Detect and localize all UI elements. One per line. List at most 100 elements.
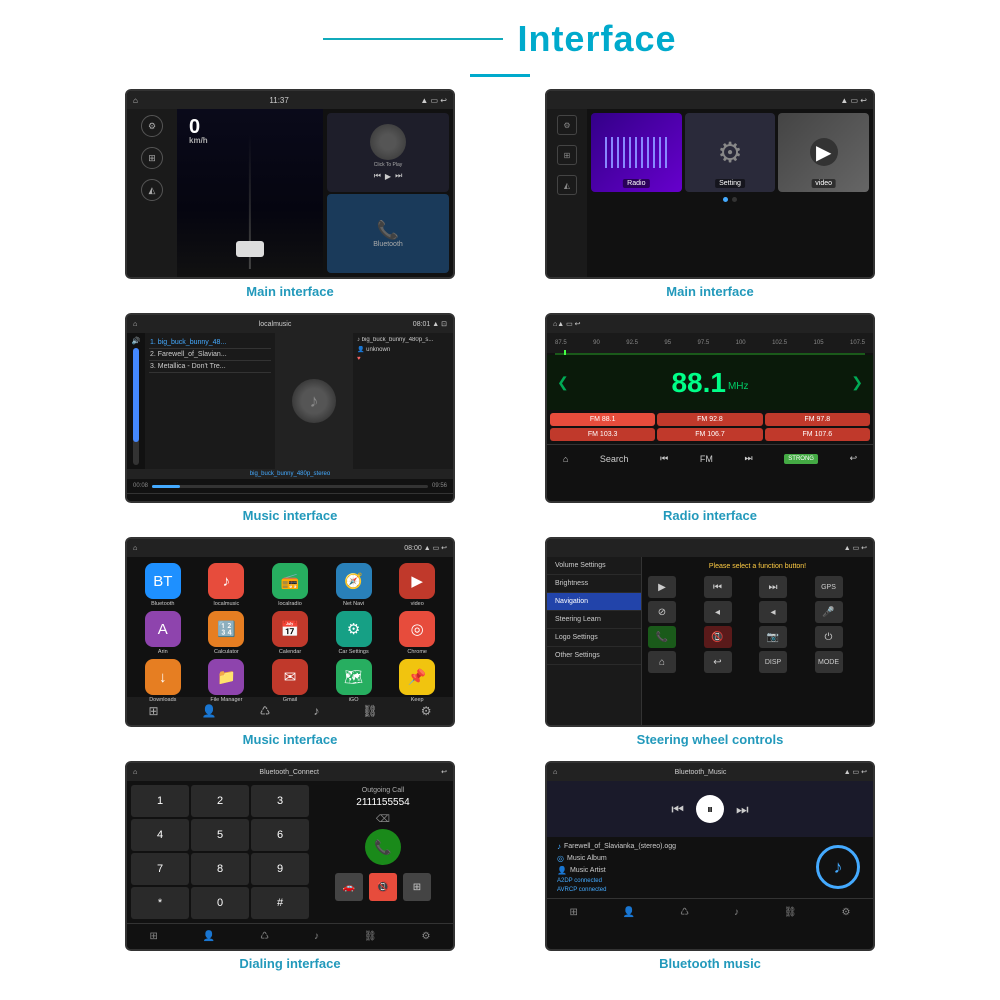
dial-icon-6[interactable]: ⚙ bbox=[422, 931, 431, 942]
preset-1[interactable]: FM 88.1 bbox=[550, 413, 655, 426]
menu-volume[interactable]: Volume Settings bbox=[547, 557, 641, 575]
freq-right-arrow[interactable]: ❯ bbox=[851, 374, 863, 391]
menu-logo-settings[interactable]: Logo Settings bbox=[547, 629, 641, 647]
click-to-play-label[interactable]: Click To Play bbox=[374, 162, 403, 168]
menu-steering-learn[interactable]: Steering Learn bbox=[547, 611, 641, 629]
dock-icon-6[interactable]: ⚙ bbox=[421, 704, 432, 718]
delete-button[interactable]: ⌫ bbox=[376, 814, 390, 825]
car-btn[interactable]: 🚗 bbox=[335, 873, 363, 901]
menu-other-settings[interactable]: Other Settings bbox=[547, 647, 641, 665]
key-5[interactable]: 5 bbox=[191, 819, 249, 851]
back-btn[interactable]: ↩ bbox=[850, 453, 858, 464]
key-4[interactable]: 4 bbox=[131, 819, 189, 851]
bt-play-btn[interactable]: ⏸ bbox=[696, 795, 724, 823]
sw-disp[interactable]: DISP bbox=[759, 651, 787, 673]
sw-next[interactable]: ⏭ bbox=[759, 576, 787, 598]
dial-icon-1[interactable]: ⊞ bbox=[149, 931, 157, 942]
app-localradio[interactable]: 📻 localradio bbox=[260, 563, 320, 607]
bt-prev-btn[interactable]: ⏮ bbox=[671, 801, 684, 818]
bt-dock-4[interactable]: ♪ bbox=[734, 907, 739, 918]
meta-heart[interactable]: ♥ bbox=[357, 356, 449, 362]
sw-call[interactable]: 📞 bbox=[648, 626, 676, 648]
bt-next-btn[interactable]: ⏭ bbox=[736, 801, 749, 818]
next-button[interactable]: ⏭ bbox=[395, 171, 402, 181]
search-btn[interactable]: Search bbox=[600, 454, 629, 464]
key-hash[interactable]: # bbox=[251, 887, 309, 919]
play-button[interactable]: ▶ bbox=[385, 172, 391, 181]
bt-dock-2[interactable]: 👤 bbox=[623, 907, 635, 918]
dial-icon-3[interactable]: ♺ bbox=[260, 931, 269, 942]
grid-icon-2[interactable]: ⊞ bbox=[557, 145, 577, 165]
key-8[interactable]: 8 bbox=[191, 853, 249, 885]
key-7[interactable]: 7 bbox=[131, 853, 189, 885]
dock-icon-1[interactable]: ⊞ bbox=[149, 704, 159, 718]
preset-4[interactable]: FM 103.3 bbox=[550, 428, 655, 441]
app-keep[interactable]: 📌 Keep bbox=[387, 659, 447, 703]
freq-left-arrow[interactable]: ❮ bbox=[557, 374, 569, 391]
app-filemanager[interactable]: 📁 File Manager bbox=[197, 659, 257, 703]
sw-mic[interactable]: 🎤 bbox=[815, 601, 843, 623]
app-chrome[interactable]: ◎ Chrome bbox=[387, 611, 447, 655]
sw-camera[interactable]: 📷 bbox=[759, 626, 787, 648]
dock-icon-5[interactable]: ⛓ bbox=[362, 704, 377, 718]
sw-power[interactable]: ⏻ bbox=[815, 626, 843, 648]
end-call-btn[interactable]: 📵 bbox=[369, 873, 397, 901]
grid-icon[interactable]: ⊞ bbox=[141, 147, 163, 169]
app-downloads[interactable]: ↓ Downloads bbox=[133, 659, 193, 703]
sw-undo[interactable]: ↩ bbox=[704, 651, 732, 673]
nav-icon-2[interactable]: ◭ bbox=[557, 175, 577, 195]
dial-icon-2[interactable]: 👤 bbox=[203, 931, 215, 942]
dialing-back[interactable]: ↩ bbox=[441, 768, 447, 776]
app-localmusic[interactable]: ♪ localmusic bbox=[197, 563, 257, 607]
bt-dock-6[interactable]: ⚙ bbox=[842, 907, 851, 918]
next-track[interactable]: ⏭ bbox=[745, 453, 753, 464]
call-button[interactable]: 📞 bbox=[365, 829, 401, 865]
preset-5[interactable]: FM 106.7 bbox=[657, 428, 762, 441]
playlist-item-3[interactable]: 3. Metallica - Don't Tre... bbox=[149, 361, 271, 373]
key-star[interactable]: * bbox=[131, 887, 189, 919]
playlist-item-1[interactable]: 1. big_buck_bunny_48... bbox=[149, 337, 271, 349]
sw-endcall[interactable]: 📵 bbox=[704, 626, 732, 648]
playlist-item-2[interactable]: 2. Farewell_of_Slavian... bbox=[149, 349, 271, 361]
bt-dock-1[interactable]: ⊞ bbox=[569, 907, 577, 918]
home-btn[interactable]: ⌂ bbox=[563, 454, 568, 464]
prev-track[interactable]: ⏮ bbox=[660, 453, 668, 464]
app-calculator[interactable]: 🔢 Calculator bbox=[197, 611, 257, 655]
dock-icon-2[interactable]: 👤 bbox=[202, 704, 217, 718]
sw-gps[interactable]: GPS bbox=[815, 576, 843, 598]
app-calendar[interactable]: 📅 Calendar bbox=[260, 611, 320, 655]
app-netnavi[interactable]: 🧭 Net Navi bbox=[324, 563, 384, 607]
key-3[interactable]: 3 bbox=[251, 785, 309, 817]
dock-icon-4[interactable]: ♪ bbox=[313, 704, 319, 718]
key-6[interactable]: 6 bbox=[251, 819, 309, 851]
nav-icon[interactable]: ◭ bbox=[141, 179, 163, 201]
prev-button[interactable]: ⏮ bbox=[374, 171, 381, 181]
key-1[interactable]: 1 bbox=[131, 785, 189, 817]
settings-icon-2[interactable]: ⚙ bbox=[557, 115, 577, 135]
bt-dock-3[interactable]: ♺ bbox=[680, 907, 689, 918]
dial-icon-4[interactable]: ♪ bbox=[314, 931, 319, 942]
tile-video[interactable]: ▶ video bbox=[778, 113, 869, 192]
app-video[interactable]: ▶ video bbox=[387, 563, 447, 607]
sw-cancel[interactable]: ⊘ bbox=[648, 601, 676, 623]
sw-play[interactable]: ▶ bbox=[648, 576, 676, 598]
dock-icon-3[interactable]: ♺ bbox=[260, 704, 271, 718]
sw-home[interactable]: ⌂ bbox=[648, 651, 676, 673]
tile-radio[interactable]: Radio bbox=[591, 113, 682, 192]
tile-setting[interactable]: ⚙ Setting bbox=[685, 113, 776, 192]
preset-3[interactable]: FM 97.8 bbox=[765, 413, 870, 426]
menu-brightness[interactable]: Brightness bbox=[547, 575, 641, 593]
app-bluetooth[interactable]: BT Bluetooth bbox=[133, 563, 193, 607]
app-igo[interactable]: 🗺 iGO bbox=[324, 659, 384, 703]
preset-6[interactable]: FM 107.6 bbox=[765, 428, 870, 441]
app-gmail[interactable]: ✉ Gmail bbox=[260, 659, 320, 703]
preset-2[interactable]: FM 92.8 bbox=[657, 413, 762, 426]
sw-back[interactable]: ◂ bbox=[759, 601, 787, 623]
app-carsettings[interactable]: ⚙ Car Settings bbox=[324, 611, 384, 655]
key-9[interactable]: 9 bbox=[251, 853, 309, 885]
dialpad-btn[interactable]: ⊞ bbox=[403, 873, 431, 901]
key-2[interactable]: 2 bbox=[191, 785, 249, 817]
settings-icon[interactable]: ⚙ bbox=[141, 115, 163, 137]
app-arin[interactable]: A Arin bbox=[133, 611, 193, 655]
sw-vol-down[interactable]: ◂ bbox=[704, 601, 732, 623]
